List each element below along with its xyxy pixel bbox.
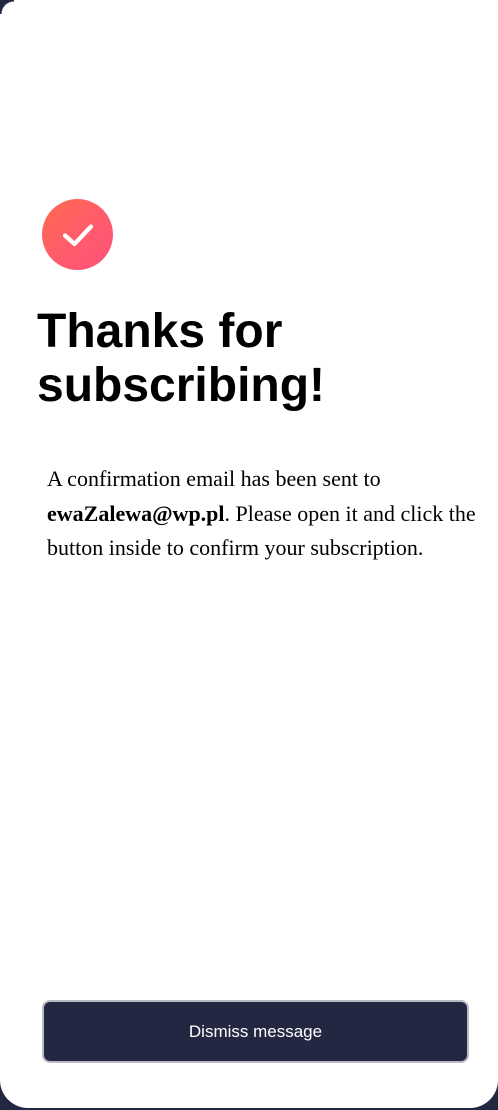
dismiss-message-button[interactable]: Dismiss message — [42, 1000, 469, 1063]
confirmation-message: A confirmation email has been sent to ew… — [47, 462, 479, 566]
page-title: Thanks for subscribing! — [37, 305, 326, 412]
subscriber-email: ewaZalewa@wp.pl — [47, 500, 225, 526]
message-prefix: A confirmation email has been sent to — [47, 466, 381, 491]
success-badge — [42, 199, 113, 270]
subscription-confirmation-card: Thanks for subscribing! A confirmation e… — [0, 0, 498, 1108]
check-icon — [62, 223, 93, 246]
